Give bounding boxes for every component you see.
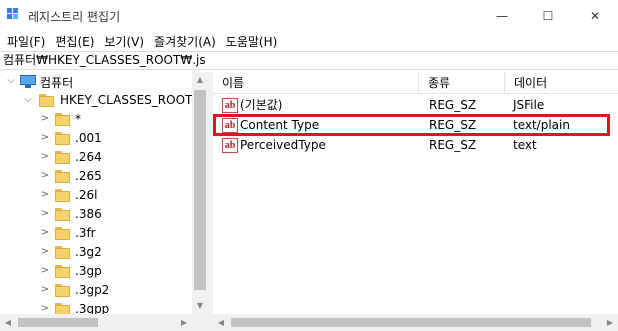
folder-icon [55, 132, 70, 145]
tree-item-label: .386 [75, 207, 102, 221]
tree-item-computer[interactable]: ⌵ 컴퓨터 [0, 72, 192, 91]
scroll-right-icon[interactable]: ▶ [176, 314, 192, 331]
tree-item-key[interactable]: > .3g2 [0, 243, 192, 262]
value-data: JSFile [513, 98, 545, 112]
list-horizontal-scrollbar[interactable]: ◀ ▶ [213, 314, 618, 331]
minimize-icon: — [496, 8, 508, 23]
window-title: 레지스트리 편집기 [28, 10, 121, 24]
scroll-up-icon[interactable]: ▲ [192, 72, 208, 88]
tree-item-label: .26l [75, 188, 98, 202]
folder-icon [55, 284, 70, 297]
tree-horizontal-scrollbar[interactable]: ◀ ▶ [0, 314, 192, 331]
close-button[interactable]: ✕ [572, 0, 618, 31]
value-name: PerceivedType [240, 138, 326, 152]
folder-icon [39, 94, 54, 107]
menu-bar: 파일(F) 편집(E) 보기(V) 즐겨찾기(A) 도움말(H) [0, 31, 618, 51]
tree-item-key[interactable]: > .3fr [0, 224, 192, 243]
folder-icon [55, 113, 70, 126]
value-type: REG_SZ [429, 98, 477, 112]
chevron-right-icon[interactable]: > [40, 209, 50, 219]
scroll-thumb[interactable] [18, 318, 98, 327]
tree-item-label: .264 [75, 150, 102, 164]
tree-item-hkey-classes-root[interactable]: ⌵ HKEY_CLASSES_ROOT [0, 91, 192, 110]
folder-icon [55, 189, 70, 202]
key-tree: ⌵ 컴퓨터 ⌵ HKEY_CLASSES_ROOT > * > .001 > .… [0, 72, 208, 331]
value-list: 이름 종류 데이터 ab (기본값) REG_SZ JSFile ab Cont… [213, 72, 618, 331]
value-row[interactable]: ab (기본값) REG_SZ JSFile [213, 96, 618, 115]
tree-item-key[interactable]: > .26l [0, 186, 192, 205]
minimize-button[interactable]: — [479, 0, 525, 31]
value-name: (기본값) [240, 98, 283, 112]
registry-editor-icon [7, 8, 21, 22]
tree-item-label: .265 [75, 169, 102, 183]
scroll-thumb[interactable] [194, 90, 206, 290]
value-row[interactable]: ab PerceivedType REG_SZ text [213, 136, 618, 155]
chevron-right-icon[interactable]: > [40, 285, 50, 295]
address-bar[interactable]: 컴퓨터₩HKEY_CLASSES_ROOT₩.js [0, 51, 618, 70]
tree-item-key[interactable]: > .3gp2 [0, 281, 192, 300]
tree-item-label: .3fr [75, 226, 96, 240]
scroll-left-icon[interactable]: ◀ [0, 314, 16, 331]
chevron-right-icon[interactable]: > [40, 133, 50, 143]
tree-item-key[interactable]: > .264 [0, 148, 192, 167]
tree-item-label: * [75, 112, 81, 126]
chevron-down-icon[interactable]: ⌵ [23, 95, 33, 105]
chevron-right-icon[interactable]: > [40, 228, 50, 238]
tree-item-label: 컴퓨터 [40, 76, 74, 90]
tree-item-key[interactable]: > * [0, 110, 192, 129]
string-value-icon: ab [222, 98, 238, 113]
menu-favorites[interactable]: 즐겨찾기(A) [149, 33, 221, 50]
folder-icon [55, 170, 70, 183]
folder-icon [55, 208, 70, 221]
chevron-right-icon[interactable]: > [40, 190, 50, 200]
folder-icon [55, 265, 70, 278]
scroll-left-icon[interactable]: ◀ [213, 314, 229, 331]
close-icon: ✕ [589, 8, 601, 23]
folder-icon [55, 151, 70, 164]
list-header: 이름 종류 데이터 [213, 72, 618, 94]
tree-item-key[interactable]: > .265 [0, 167, 192, 186]
scroll-thumb[interactable] [231, 318, 591, 327]
scroll-right-icon[interactable]: ▶ [602, 314, 618, 331]
chevron-right-icon[interactable]: > [40, 247, 50, 257]
chevron-right-icon[interactable]: > [40, 304, 50, 314]
folder-icon [55, 227, 70, 240]
menu-help[interactable]: 도움말(H) [221, 33, 283, 50]
chevron-right-icon[interactable]: > [40, 114, 50, 124]
tree-item-key[interactable]: > .001 [0, 129, 192, 148]
menu-edit[interactable]: 편집(E) [50, 33, 99, 50]
menu-file[interactable]: 파일(F) [2, 33, 50, 50]
value-type: REG_SZ [429, 138, 477, 152]
tree-item-label: HKEY_CLASSES_ROOT [60, 93, 193, 107]
maximize-icon: ☐ [542, 8, 554, 23]
tree-item-label: .3gp [75, 264, 102, 278]
title-bar: 레지스트리 편집기 — ☐ ✕ [0, 0, 618, 31]
highlight-annotation [213, 114, 610, 136]
folder-icon [55, 246, 70, 259]
column-header-name[interactable]: 이름 [213, 72, 419, 94]
maximize-button[interactable]: ☐ [525, 0, 571, 31]
string-value-icon: ab [222, 138, 238, 153]
column-header-data[interactable]: 데이터 [505, 72, 618, 94]
tree-vertical-scrollbar[interactable]: ▲ ▼ [192, 72, 208, 314]
tree-item-key[interactable]: > .3gp [0, 262, 192, 281]
menu-view[interactable]: 보기(V) [99, 33, 149, 50]
column-header-type[interactable]: 종류 [419, 72, 505, 94]
tree-item-label: .3gp2 [75, 283, 110, 297]
tree-item-key[interactable]: > .386 [0, 205, 192, 224]
tree-item-label: .3g2 [75, 245, 102, 259]
chevron-right-icon[interactable]: > [40, 152, 50, 162]
value-data: text [513, 138, 537, 152]
scrollbar-corner [192, 314, 208, 331]
tree-item-label: .001 [75, 131, 102, 145]
chevron-right-icon[interactable]: > [40, 171, 50, 181]
chevron-down-icon[interactable]: ⌵ [6, 76, 16, 86]
computer-icon [20, 75, 36, 88]
scroll-down-icon[interactable]: ▼ [192, 298, 208, 314]
chevron-right-icon[interactable]: > [40, 266, 50, 276]
